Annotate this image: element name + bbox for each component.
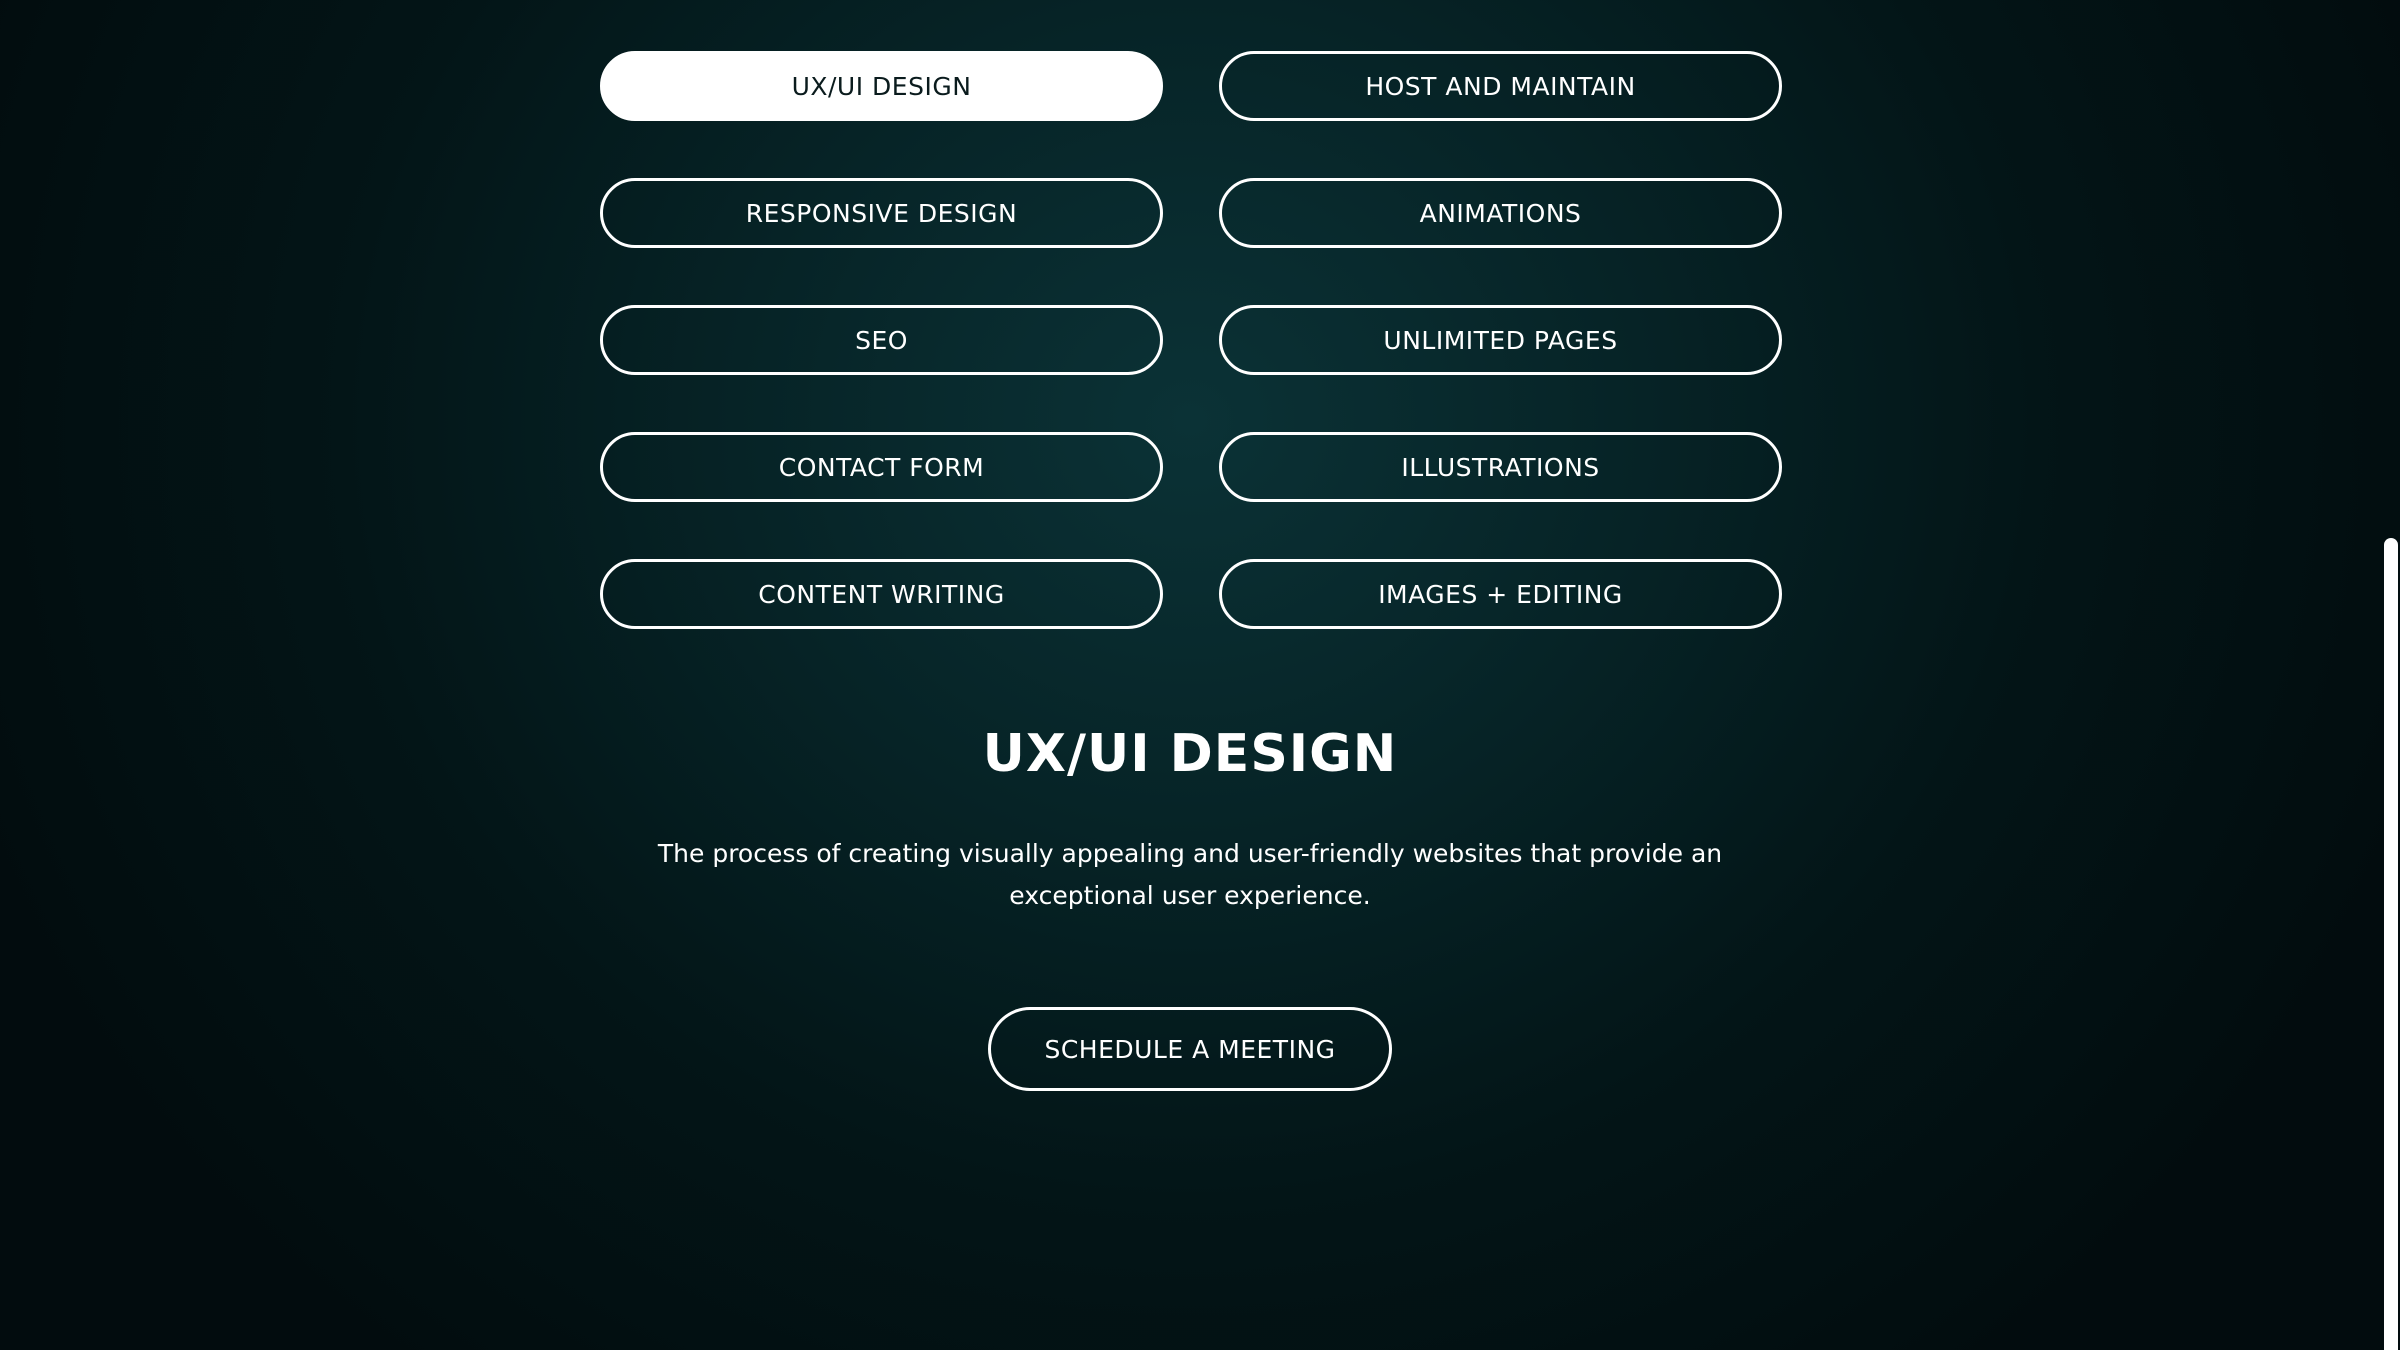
page-scrollbar[interactable] [2380, 0, 2400, 1350]
service-tabs-grid: UX/UI DESIGN HOST AND MAINTAIN RESPONSIV… [600, 51, 1782, 629]
service-tab-seo[interactable]: SEO [600, 305, 1163, 375]
service-tab-images-editing[interactable]: IMAGES + EDITING [1219, 559, 1782, 629]
service-tab-contact-form[interactable]: CONTACT FORM [600, 432, 1163, 502]
service-tab-content-writing[interactable]: CONTENT WRITING [600, 559, 1163, 629]
scrollbar-thumb[interactable] [2384, 538, 2398, 1350]
service-tab-animations[interactable]: ANIMATIONS [1219, 178, 1782, 248]
service-tab-responsive-design[interactable]: RESPONSIVE DESIGN [600, 178, 1163, 248]
service-tab-ux-ui-design[interactable]: UX/UI DESIGN [600, 51, 1163, 121]
service-detail-description: The process of creating visually appeali… [657, 839, 1723, 910]
service-tab-host-and-maintain[interactable]: HOST AND MAINTAIN [1219, 51, 1782, 121]
service-detail-title: UX/UI DESIGN [982, 724, 1398, 784]
service-tab-unlimited-pages[interactable]: UNLIMITED PAGES [1219, 305, 1782, 375]
service-tab-illustrations[interactable]: ILLUSTRATIONS [1219, 432, 1782, 502]
schedule-meeting-button[interactable]: SCHEDULE A MEETING [988, 1007, 1392, 1091]
